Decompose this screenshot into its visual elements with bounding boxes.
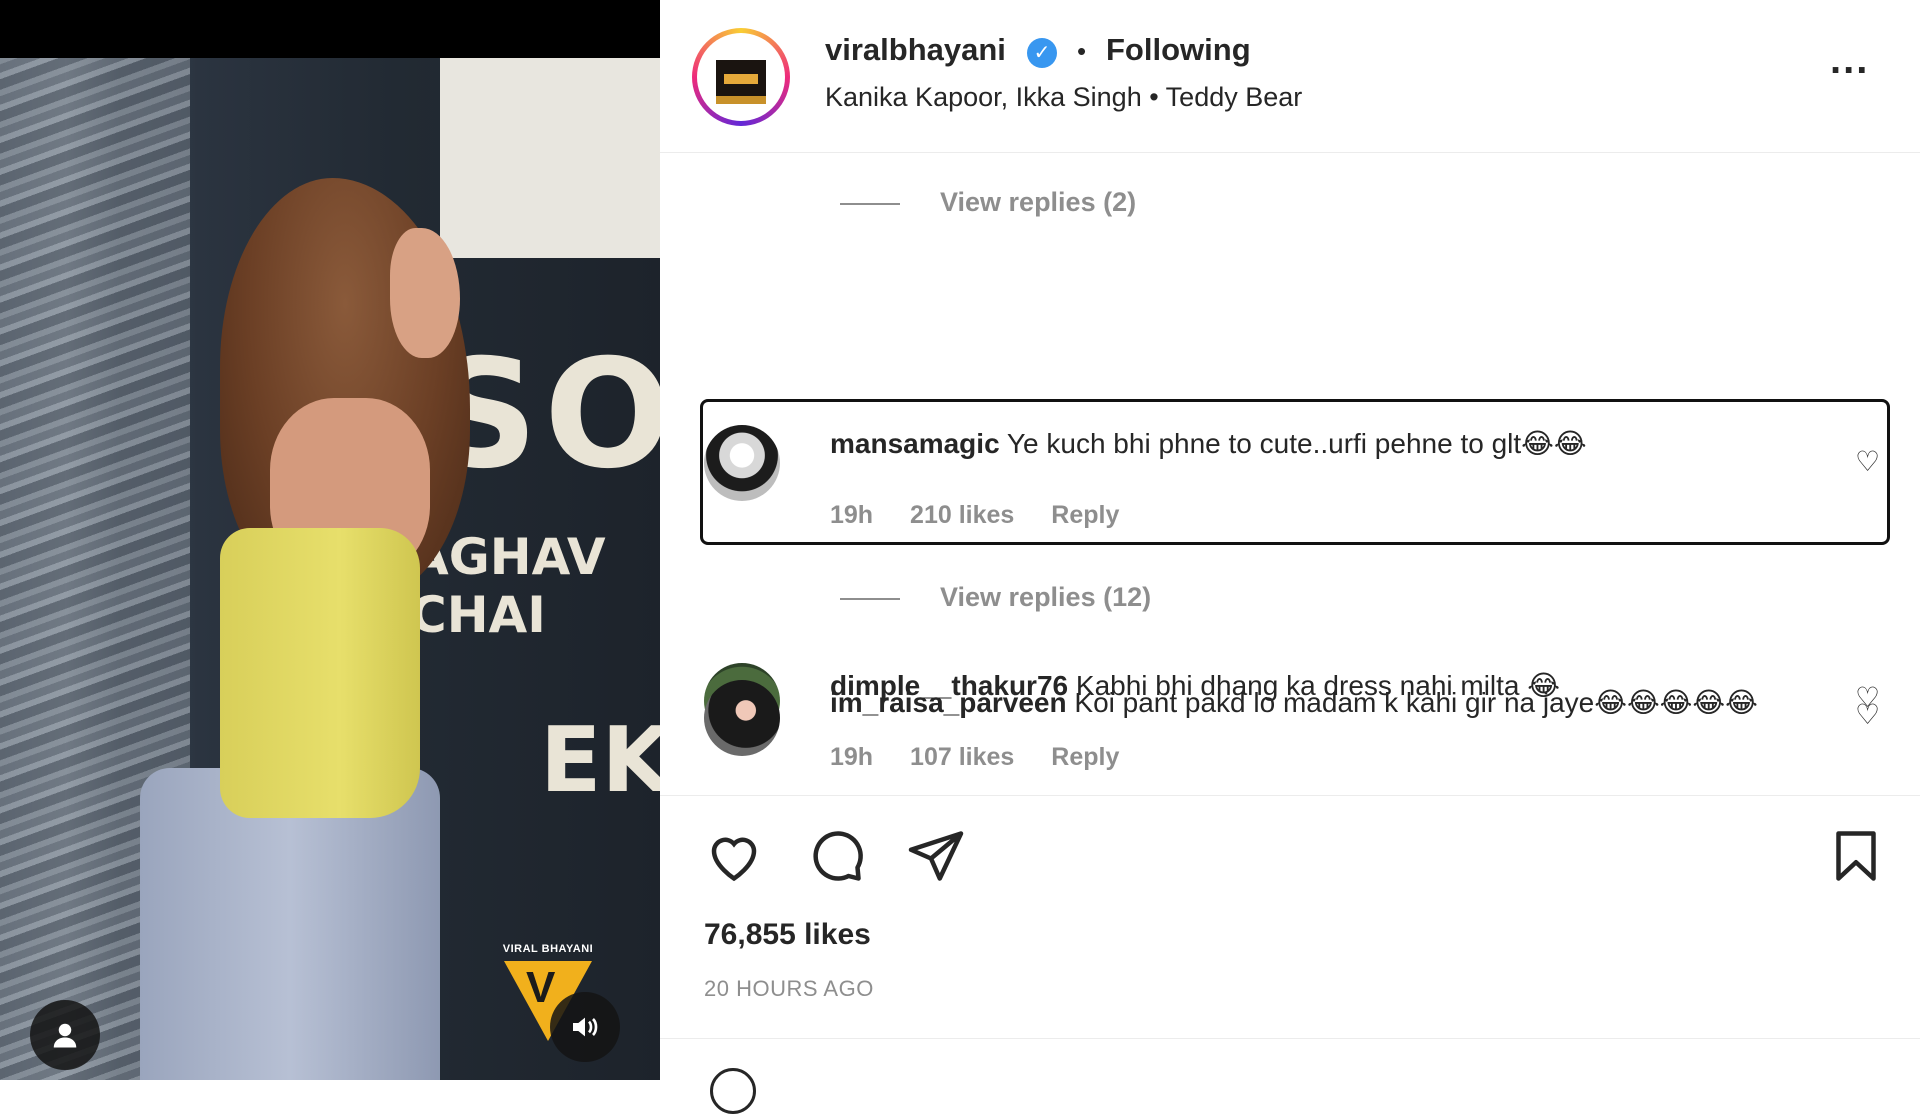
face-shape <box>390 228 460 358</box>
audio-subline[interactable]: Kanika Kapoor, Ikka Singh • Teddy Bear <box>825 82 1302 113</box>
emoji-icon[interactable] <box>710 1068 756 1114</box>
watermark-text: VIRAL BHAYANI <box>502 943 594 955</box>
post-likes-count[interactable]: 76,855 likes <box>704 918 871 952</box>
bookmark-icon[interactable] <box>1826 826 1886 886</box>
comment-likes[interactable]: 210 likes <box>910 501 1014 529</box>
video-frame[interactable]: SON AGHAV CHAI EK VIRAL BHAYANI V <box>0 58 660 1080</box>
post-actions: 76,855 likes 20 HOURS AGO <box>660 795 1920 1040</box>
comment-input-divider <box>660 1038 1920 1039</box>
comment-age: 19h <box>830 501 874 529</box>
comment-meta: 19h 107 likes Reply <box>830 743 1149 772</box>
comment-like-heart-icon[interactable]: ♡ <box>1855 445 1880 478</box>
following-button[interactable]: Following <box>1106 32 1251 68</box>
mute-toggle-button[interactable] <box>550 992 620 1062</box>
yellow-top-shape <box>220 528 420 818</box>
post-header: viralbhayani ✓ • Following Kanika Kapoor… <box>660 0 1920 153</box>
comment-reply-button[interactable]: Reply <box>1051 743 1119 771</box>
comment-icon[interactable] <box>806 826 866 886</box>
heart-icon[interactable] <box>704 826 764 886</box>
share-icon[interactable] <box>906 826 966 886</box>
view-replies-label[interactable]: View replies (2) <box>940 187 1136 218</box>
comment-body: im_raisa_parveen Koi pant pakd lo madam … <box>830 684 1830 722</box>
view-replies-line <box>840 203 900 205</box>
comment-age: 19h <box>830 743 874 771</box>
more-icon[interactable]: ... <box>1830 40 1869 80</box>
comment-like-heart-icon[interactable]: ♡ <box>1855 698 1880 731</box>
person-figure <box>100 118 500 1080</box>
tagged-people-button[interactable] <box>30 1000 100 1070</box>
watermark-mark: V <box>526 963 556 1012</box>
view-replies-label[interactable]: View replies (12) <box>940 582 1151 613</box>
commenter-username[interactable]: im_raisa_parveen <box>830 687 1067 718</box>
commenter-avatar[interactable] <box>704 680 780 756</box>
avatar-image <box>702 38 780 116</box>
comment-reply-button[interactable]: Reply <box>1051 501 1119 529</box>
commenter-avatar[interactable] <box>704 425 780 501</box>
post-video[interactable]: SON AGHAV CHAI EK VIRAL BHAYANI V <box>0 0 660 1080</box>
verified-icon: ✓ <box>1027 38 1057 68</box>
author-username[interactable]: viralbhayani <box>825 32 1006 68</box>
video-letterbox <box>0 0 660 58</box>
comment-likes[interactable]: 107 likes <box>910 743 1014 771</box>
comment-body: mansamagic Ye kuch bhi phne to cute..urf… <box>830 425 1830 463</box>
stage-screen-text-3: EK <box>540 708 660 813</box>
header-separator: • <box>1077 36 1087 66</box>
avatar-logo-box <box>716 60 766 104</box>
author-avatar[interactable] <box>692 28 790 126</box>
comment-meta: 19h 210 likes Reply <box>830 501 1149 530</box>
view-replies-line <box>840 598 900 600</box>
comment-text: Koi pant pakd lo madam k kahi gir na jay… <box>1074 687 1758 718</box>
profile-icon <box>53 1023 77 1048</box>
volume-icon <box>573 1017 598 1037</box>
comment-text: Ye kuch bhi phne to cute..urfi pehne to … <box>1006 428 1587 459</box>
post-side-panel: viralbhayani ✓ • Following Kanika Kapoor… <box>660 0 1920 1114</box>
post-timestamp[interactable]: 20 HOURS AGO <box>704 976 874 1002</box>
commenter-username[interactable]: mansamagic <box>830 428 1000 459</box>
